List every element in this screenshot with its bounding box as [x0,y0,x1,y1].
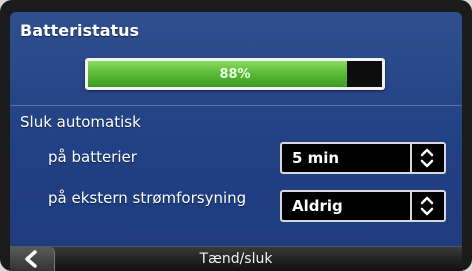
auto-off-heading: Sluk automatisk [20,113,141,131]
battery-status-heading: Batteristatus [20,21,140,40]
on-external-power-label: på ekstern strømforsyning [48,189,247,207]
on-battery-select[interactable]: 5 min [280,142,446,174]
chevron-left-icon [25,250,37,268]
screen-title: Tænd/sluk [199,251,273,267]
device-frame: Batteristatus 88% Sluk automatisk på bat… [0,0,472,271]
on-battery-label: på batterier [48,148,137,166]
up-down-chevron-icon [420,196,434,216]
on-battery-stepper-button[interactable] [410,144,444,172]
section-divider [10,105,462,106]
power-settings-screen: Batteristatus 88% Sluk automatisk på bat… [10,12,462,271]
battery-level-text: 88% [219,66,251,82]
on-battery-value: 5 min [292,149,340,167]
up-down-chevron-icon [420,148,434,168]
battery-level-bar: 88% [85,58,385,90]
on-external-power-value: Aldrig [292,197,343,215]
bottom-bar: Tænd/sluk [10,246,462,271]
on-external-power-select[interactable]: Aldrig [280,190,446,222]
back-button[interactable] [10,247,55,271]
on-external-power-stepper-button[interactable] [410,192,444,220]
battery-level-track: 88% [88,61,382,87]
